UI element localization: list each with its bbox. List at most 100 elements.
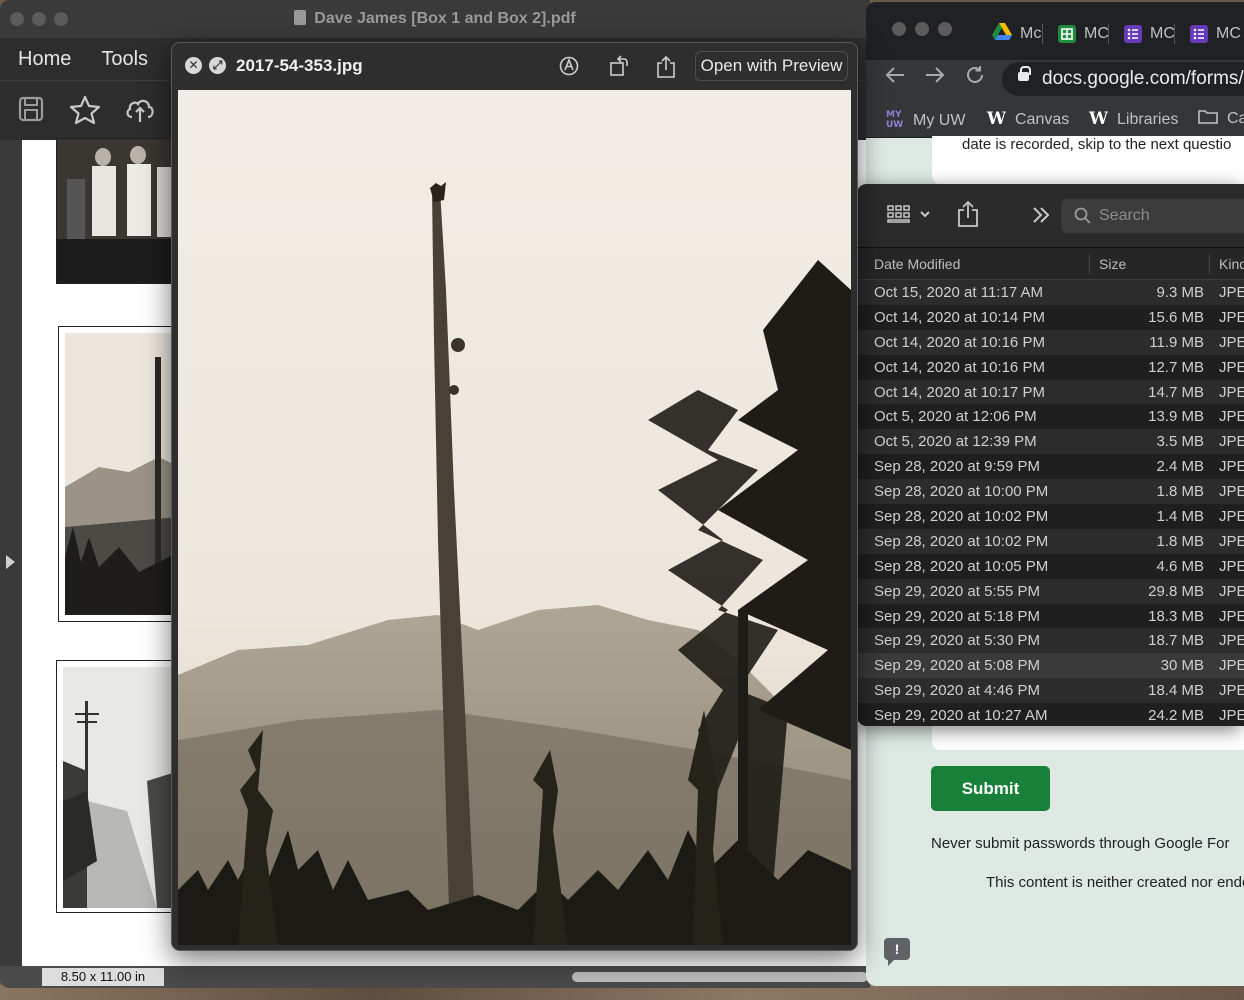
kind-cell: JPE [1219,532,1244,550]
kind-cell: JPE [1219,607,1244,625]
menu-tools[interactable]: Tools [101,48,148,71]
date-modified-cell: Sep 28, 2020 at 10:02 PM [874,508,1049,526]
table-row[interactable]: Sep 29, 2020 at 5:18 PM 18.3 MB JPE [857,603,1244,629]
size-cell: 15.6 MB [1148,308,1204,326]
date-modified-cell: Sep 28, 2020 at 10:00 PM [874,483,1049,501]
svg-text:W: W [1088,109,1108,126]
view-options-grid-icon[interactable] [887,204,935,231]
form-question-card: date is recorded, skip to the next quest… [932,136,1244,184]
date-modified-cell: Sep 28, 2020 at 9:59 PM [874,458,1040,476]
date-modified-cell: Sep 29, 2020 at 5:30 PM [874,632,1040,650]
chrome-tab-2[interactable]: MC [1058,20,1109,48]
table-row[interactable]: Oct 5, 2020 at 12:06 PM 13.9 MB JPE [857,404,1244,430]
bookmark-label: Ca [1227,109,1244,127]
chrome-close-button[interactable] [892,22,906,36]
chrome-tab-3[interactable]: MC [1124,20,1175,48]
column-kind[interactable]: Kind [1219,256,1244,272]
date-modified-cell: Sep 28, 2020 at 10:02 PM [874,532,1049,550]
chrome-tab-label: MC [1150,25,1175,42]
table-row[interactable]: Oct 14, 2020 at 10:16 PM 11.9 MB JPE [857,329,1244,355]
fullscreen-icon[interactable]: ⤢ [209,57,226,74]
table-row[interactable]: Sep 29, 2020 at 5:30 PM 18.7 MB JPE [857,628,1244,654]
bookmark-canvas[interactable]: W Canvas [986,108,1069,131]
google-forms-icon [1124,25,1142,43]
size-cell: 2.4 MB [1156,458,1204,476]
column-divider[interactable] [1089,254,1090,274]
pdf-photo-street-thumbnail [56,660,178,913]
table-row[interactable]: Oct 14, 2020 at 10:14 PM 15.6 MB JPE [857,304,1244,330]
url-text: docs.google.com/forms/ [1042,68,1244,89]
table-row[interactable]: Oct 14, 2020 at 10:16 PM 12.7 MB JPE [857,354,1244,380]
uw-w-icon: W [986,108,1007,131]
bookmark-my-uw[interactable]: MY UW My UW [886,108,965,133]
star-icon[interactable] [69,95,101,130]
forward-arrow-icon[interactable] [924,64,946,93]
uw-w-icon: W [1088,108,1109,131]
table-row[interactable]: Sep 29, 2020 at 4:46 PM 18.4 MB JPE [857,678,1244,704]
submit-button[interactable]: Submit [931,766,1050,811]
finder-search-field[interactable]: Search [1061,199,1244,233]
save-icon[interactable] [17,95,45,128]
bookmark-label: My UW [913,111,966,129]
chrome-navigation-bar: docs.google.com/forms/ [866,60,1244,100]
chrome-tab-1[interactable]: Mc [992,20,1041,48]
question-help-text: date is recorded, skip to the next quest… [962,136,1232,153]
size-cell: 29.8 MB [1148,582,1204,600]
date-modified-cell: Oct 14, 2020 at 10:16 PM [874,358,1045,376]
rotate-icon[interactable] [608,55,630,82]
table-row[interactable]: Sep 28, 2020 at 10:02 PM 1.8 MB JPE [857,528,1244,554]
size-cell: 24.2 MB [1148,707,1204,725]
address-bar[interactable]: docs.google.com/forms/ [1002,62,1244,96]
table-row[interactable]: Oct 5, 2020 at 12:39 PM 3.5 MB JPE [857,429,1244,455]
table-row[interactable]: Sep 29, 2020 at 5:08 PM 30 MB JPE [857,653,1244,679]
report-feedback-icon[interactable]: ! [884,938,910,966]
table-row[interactable]: Sep 28, 2020 at 9:59 PM 2.4 MB JPE [857,454,1244,480]
table-row[interactable]: Sep 28, 2020 at 10:05 PM 4.6 MB JPE [857,553,1244,579]
table-row[interactable]: Sep 29, 2020 at 5:55 PM 29.8 MB JPE [857,578,1244,604]
column-size[interactable]: Size [1099,256,1126,272]
table-row[interactable]: Oct 15, 2020 at 11:17 AM 9.3 MB JPE [857,280,1244,305]
bookmark-libraries[interactable]: W Libraries [1088,108,1178,131]
table-row[interactable]: Sep 29, 2020 at 10:27 AM 24.2 MB JPE [857,703,1244,726]
toolbar-overflow-chevron-icon[interactable] [1031,206,1051,229]
back-arrow-icon[interactable] [884,64,906,93]
date-modified-cell: Sep 28, 2020 at 10:05 PM [874,557,1049,575]
pdf-titlebar: Dave James [Box 1 and Box 2].pdf [0,0,870,38]
size-cell: 18.4 MB [1148,682,1204,700]
pdf-status-bar: 8.50 x 11.00 in [0,966,870,988]
open-with-preview-button[interactable]: Open with Preview [695,51,848,81]
date-modified-cell: Sep 29, 2020 at 4:46 PM [874,682,1040,700]
table-row[interactable]: Sep 28, 2020 at 10:00 PM 1.8 MB JPE [857,479,1244,505]
date-modified-cell: Oct 5, 2020 at 12:06 PM [874,408,1037,426]
size-cell: 30 MB [1160,657,1204,675]
pdf-document-icon [294,10,307,25]
column-divider[interactable] [1209,254,1210,274]
cloud-upload-icon[interactable] [124,95,156,130]
menu-home[interactable]: Home [18,48,71,71]
reload-icon[interactable] [964,64,986,93]
bookmark-folder[interactable]: Ca [1198,108,1244,129]
size-cell: 1.8 MB [1156,532,1204,550]
share-icon[interactable] [957,200,979,233]
tab-separator [1108,24,1109,44]
chrome-zoom-button[interactable] [938,22,952,36]
finder-column-header: Date Modified Size Kind [857,248,1244,280]
search-placeholder: Search [1099,207,1150,224]
chrome-minimize-button[interactable] [915,22,929,36]
share-icon[interactable] [656,55,676,84]
column-date-modified[interactable]: Date Modified [874,256,960,272]
chrome-window-controls [892,22,952,36]
date-modified-cell: Sep 29, 2020 at 10:27 AM [874,707,1048,725]
finder-file-list: Oct 15, 2020 at 11:17 AM 9.3 MB JPE Oct 14,… [857,280,1244,726]
kind-cell: JPE [1219,383,1244,401]
pdf-horizontal-scrollbar[interactable] [572,972,868,982]
table-row[interactable]: Oct 14, 2020 at 10:17 PM 14.7 MB JPE [857,379,1244,405]
table-row[interactable]: Sep 28, 2020 at 10:02 PM 1.4 MB JPE [857,504,1244,529]
close-icon[interactable]: ✕ [185,57,202,74]
size-cell: 18.7 MB [1148,632,1204,650]
markup-icon[interactable] [558,55,580,82]
sidebar-expand-arrow-icon[interactable] [6,555,15,569]
chrome-tab-4[interactable]: MC [1190,20,1241,48]
folder-icon [1198,108,1218,129]
finder-window: Search Date Modified Size Kind Oct 15, 2… [857,184,1244,726]
